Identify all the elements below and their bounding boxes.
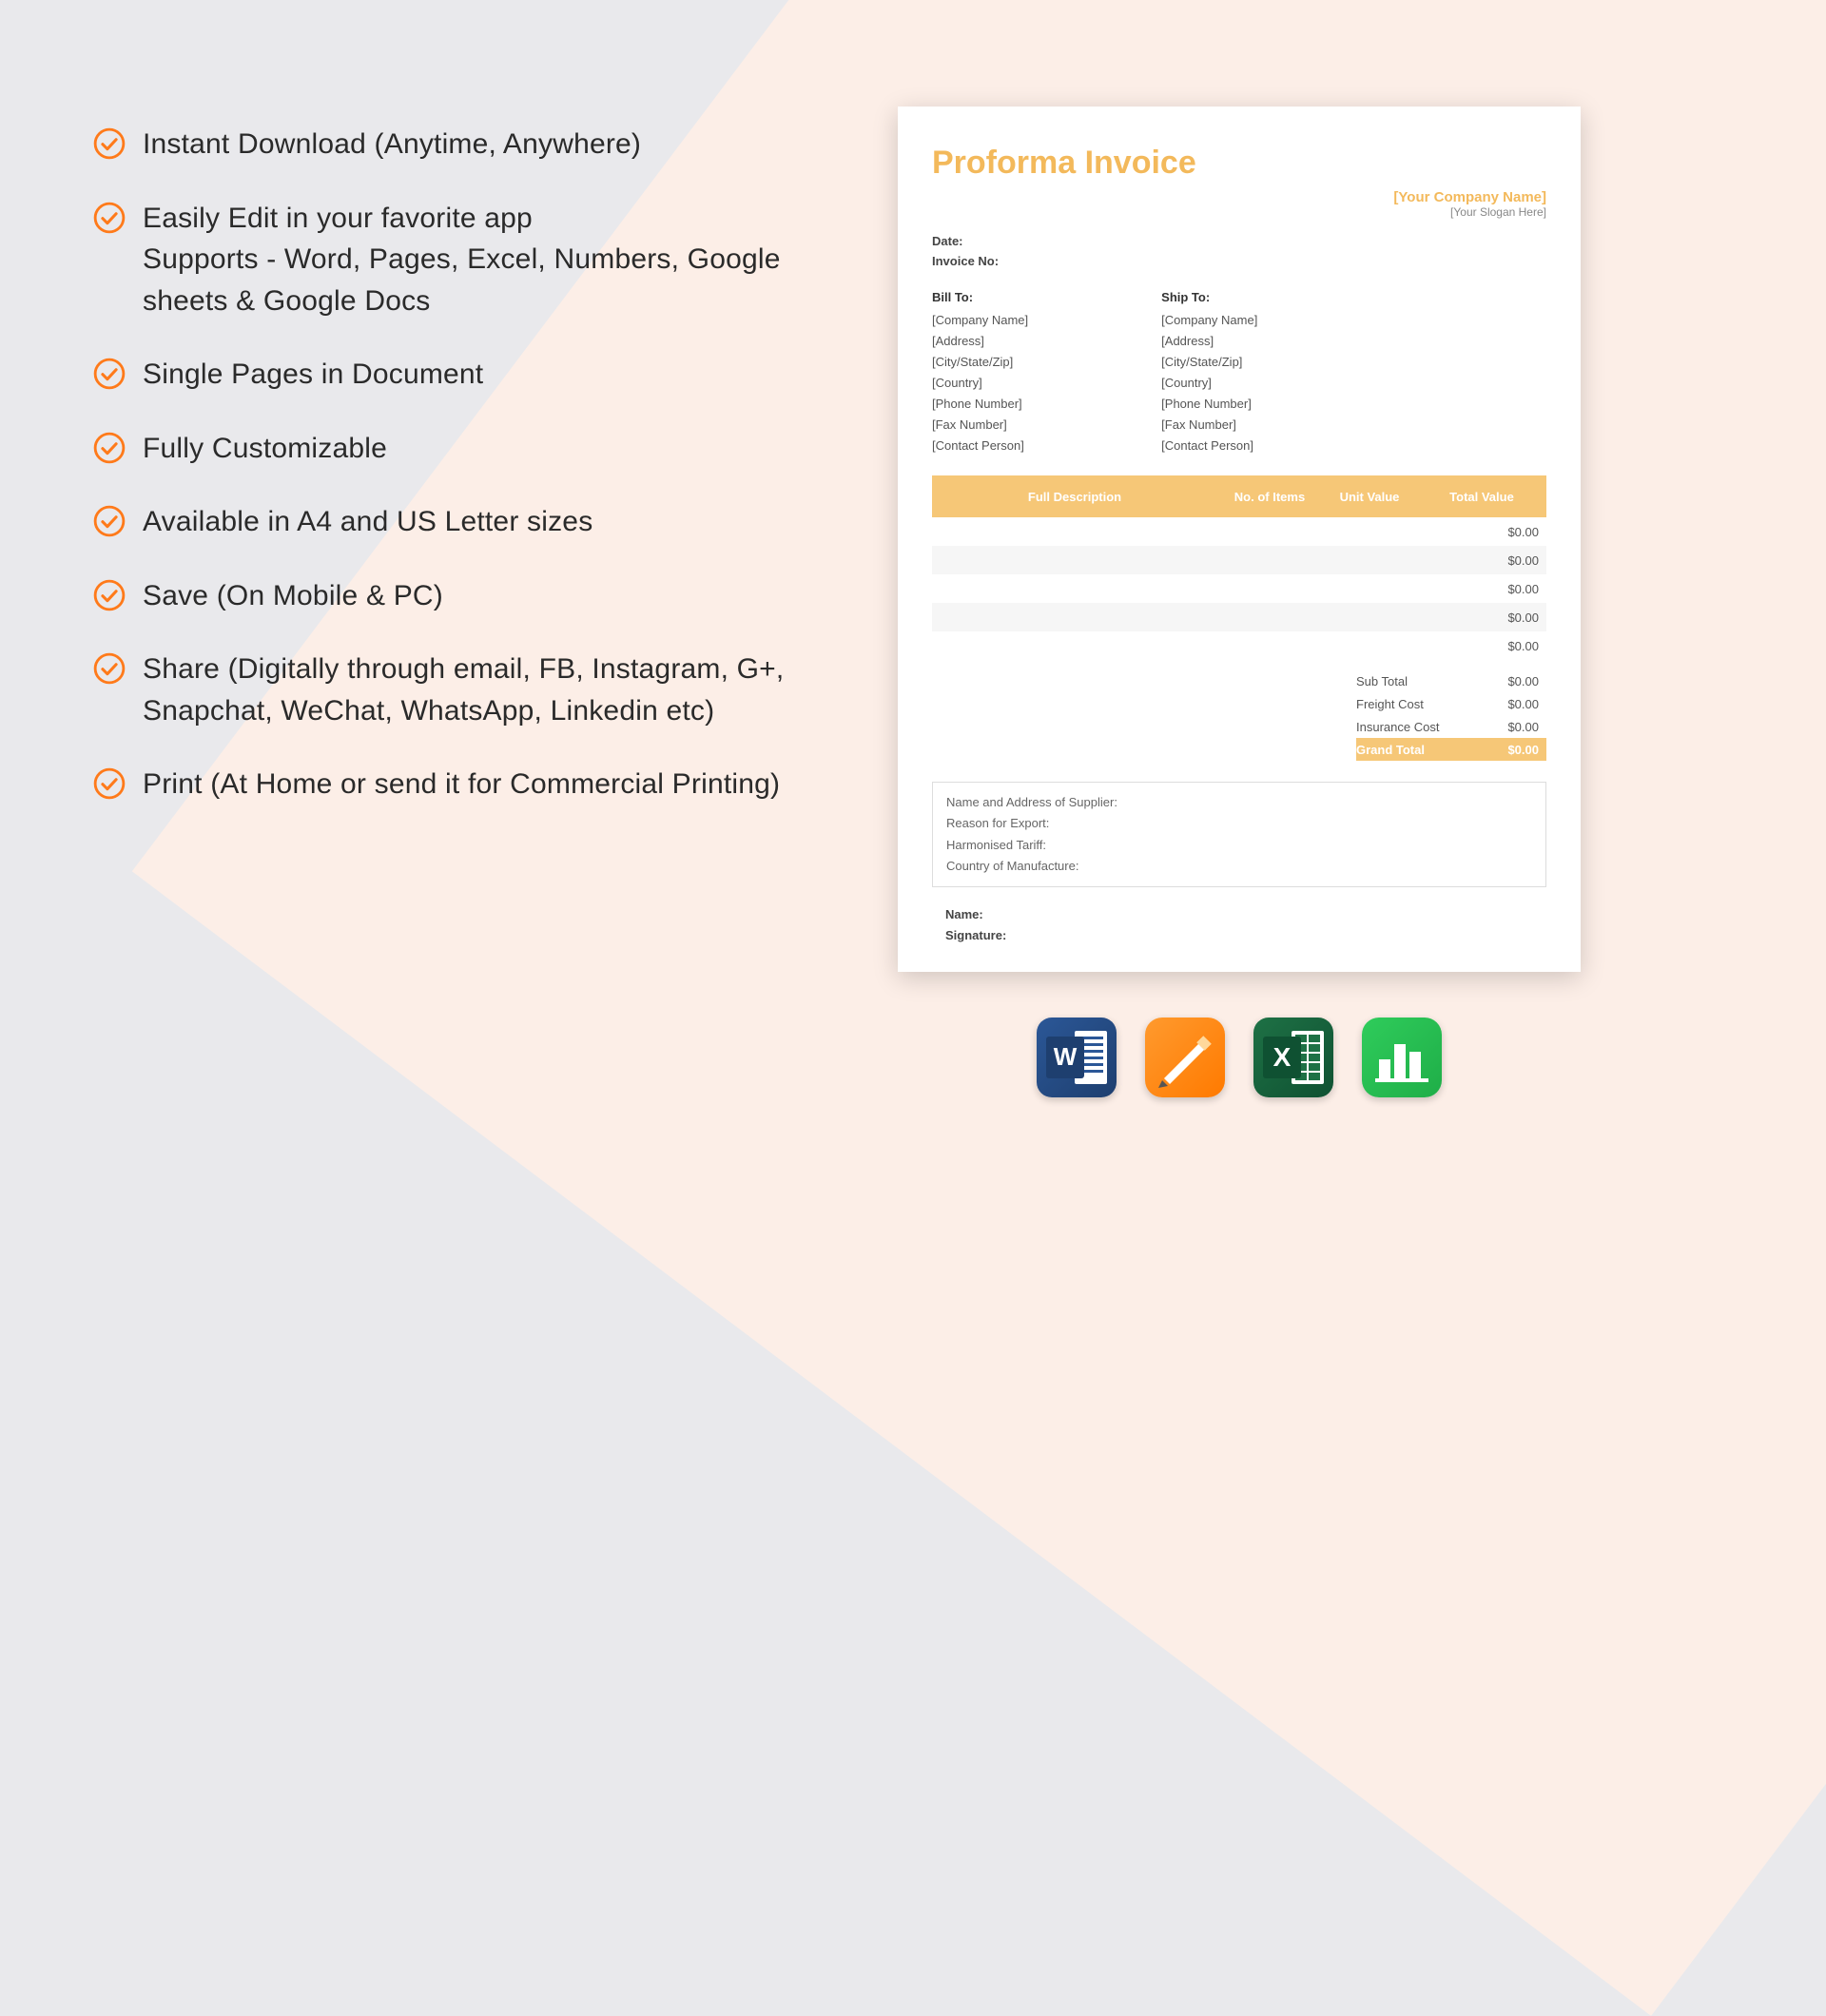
company-slogan: [Your Slogan Here] — [932, 205, 1546, 219]
feature-text: Save (On Mobile & PC) — [143, 575, 443, 617]
insurance-value: $0.00 — [1480, 720, 1546, 734]
note-line: Name and Address of Supplier: — [946, 792, 1532, 813]
template-preview: Proforma Invoice [Your Company Name] [Yo… — [898, 107, 1581, 1097]
row-value: $0.00 — [1507, 611, 1546, 625]
excel-icon: X — [1253, 1018, 1333, 1097]
address-line: [City/State/Zip] — [1161, 352, 1257, 373]
check-icon — [93, 579, 126, 611]
note-line: Reason for Export: — [946, 813, 1532, 834]
feature-text: Available in A4 and US Letter sizes — [143, 501, 592, 543]
word-icon: W — [1037, 1018, 1117, 1097]
svg-text:X: X — [1273, 1042, 1292, 1072]
address-line: [Contact Person] — [1161, 436, 1257, 456]
numbers-icon — [1362, 1018, 1442, 1097]
address-line: [Company Name] — [932, 310, 1028, 331]
table-header: Full Description No. of Items Unit Value… — [932, 475, 1546, 517]
signature-line: Signature: — [945, 925, 1546, 946]
grand-total-value: $0.00 — [1480, 743, 1546, 757]
col-unit: Unit Value — [1322, 490, 1417, 504]
note-line: Harmonised Tariff: — [946, 835, 1532, 856]
app-icons-row: W X — [898, 1018, 1581, 1097]
table-row: $0.00 — [932, 603, 1546, 631]
ship-to-header: Ship To: — [1161, 287, 1257, 308]
feature-item: Available in A4 and US Letter sizes — [93, 501, 799, 543]
address-block: Bill To: [Company Name] [Address] [City/… — [932, 287, 1546, 457]
insurance-label: Insurance Cost — [1356, 720, 1480, 734]
feature-text: Easily Edit in your favorite app Support… — [143, 198, 799, 322]
invoice-document: Proforma Invoice [Your Company Name] [Yo… — [898, 107, 1581, 972]
main-content: Instant Download (Anytime, Anywhere) Eas… — [0, 0, 1826, 1278]
notes-box: Name and Address of Supplier: Reason for… — [932, 782, 1546, 886]
feature-item: Fully Customizable — [93, 428, 799, 470]
grand-total-label: Grand Total — [1356, 743, 1480, 757]
invoice-no-label: Invoice No: — [932, 252, 1546, 272]
col-items: No. of Items — [1217, 490, 1322, 504]
grand-total-line: Grand Total $0.00 — [1356, 738, 1546, 761]
col-description: Full Description — [932, 490, 1217, 504]
address-line: [Fax Number] — [1161, 415, 1257, 436]
subtotal-label: Sub Total — [1356, 674, 1480, 688]
row-value: $0.00 — [1507, 553, 1546, 568]
date-label: Date: — [932, 232, 1546, 252]
feature-text: Share (Digitally through email, FB, Inst… — [143, 649, 799, 731]
ship-to-column: Ship To: [Company Name] [Address] [City/… — [1161, 287, 1257, 457]
svg-text:W: W — [1054, 1042, 1078, 1071]
check-icon — [93, 652, 126, 685]
feature-list: Instant Download (Anytime, Anywhere) Eas… — [0, 0, 837, 1278]
address-line: [Address] — [1161, 331, 1257, 352]
feature-text: Single Pages in Document — [143, 354, 483, 396]
address-line: [Company Name] — [1161, 310, 1257, 331]
address-line: [City/State/Zip] — [932, 352, 1028, 373]
freight-line: Freight Cost $0.00 — [932, 692, 1546, 715]
check-icon — [93, 202, 126, 234]
address-line: [Country] — [1161, 373, 1257, 394]
company-name: [Your Company Name] — [932, 189, 1546, 205]
address-line: [Address] — [932, 331, 1028, 352]
feature-item: Easily Edit in your favorite app Support… — [93, 198, 799, 322]
check-icon — [93, 767, 126, 800]
check-icon — [93, 127, 126, 160]
note-line: Country of Manufacture: — [946, 856, 1532, 877]
check-icon — [93, 432, 126, 464]
invoice-meta: Date: Invoice No: — [932, 232, 1546, 272]
subtotal-value: $0.00 — [1480, 674, 1546, 688]
address-line: [Fax Number] — [932, 415, 1028, 436]
feature-item: Share (Digitally through email, FB, Inst… — [93, 649, 799, 731]
address-line: [Phone Number] — [932, 394, 1028, 415]
feature-item: Save (On Mobile & PC) — [93, 575, 799, 617]
table-row: $0.00 — [932, 574, 1546, 603]
company-header: [Your Company Name] [Your Slogan Here] — [932, 189, 1546, 219]
col-total: Total Value — [1417, 490, 1546, 505]
address-line: [Phone Number] — [1161, 394, 1257, 415]
invoice-title: Proforma Invoice — [932, 145, 1546, 182]
feature-item: Print (At Home or send it for Commercial… — [93, 764, 799, 805]
row-value: $0.00 — [1507, 582, 1546, 596]
totals-block: Sub Total $0.00 Freight Cost $0.00 Insur… — [932, 669, 1546, 761]
feature-item: Instant Download (Anytime, Anywhere) — [93, 124, 799, 165]
feature-text: Instant Download (Anytime, Anywhere) — [143, 124, 641, 165]
insurance-line: Insurance Cost $0.00 — [932, 715, 1546, 738]
feature-item: Single Pages in Document — [93, 354, 799, 396]
table-row: $0.00 — [932, 546, 1546, 574]
feature-text: Print (At Home or send it for Commercial… — [143, 764, 780, 805]
table-row: $0.00 — [932, 631, 1546, 660]
signature-name: Name: — [945, 904, 1546, 925]
check-icon — [93, 358, 126, 390]
pages-icon — [1145, 1018, 1225, 1097]
address-line: [Country] — [932, 373, 1028, 394]
address-line: [Contact Person] — [932, 436, 1028, 456]
subtotal-line: Sub Total $0.00 — [932, 669, 1546, 692]
freight-value: $0.00 — [1480, 697, 1546, 711]
bill-to-header: Bill To: — [932, 287, 1028, 308]
freight-label: Freight Cost — [1356, 697, 1480, 711]
bill-to-column: Bill To: [Company Name] [Address] [City/… — [932, 287, 1028, 457]
table-row: $0.00 — [932, 517, 1546, 546]
row-value: $0.00 — [1507, 525, 1546, 539]
check-icon — [93, 505, 126, 537]
feature-text: Fully Customizable — [143, 428, 387, 470]
signature-block: Name: Signature: — [932, 904, 1546, 946]
row-value: $0.00 — [1507, 639, 1546, 653]
